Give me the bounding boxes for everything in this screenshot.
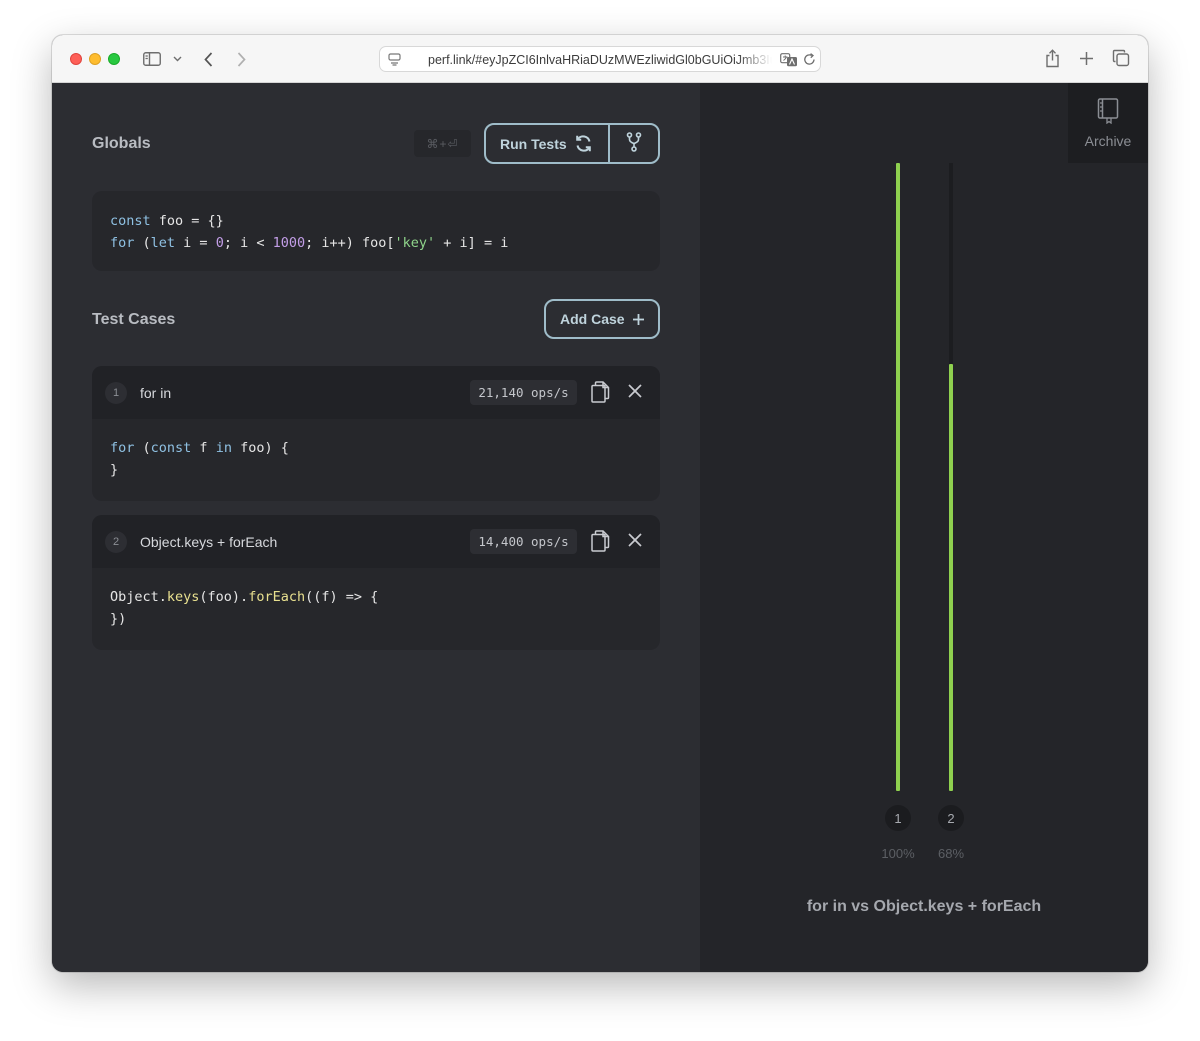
reload-icon[interactable] [802, 52, 816, 67]
test-case-card: 1 for in 21,140 ops/s for (const f in fo… [92, 366, 660, 501]
archive-button[interactable]: Archive [1068, 83, 1148, 163]
run-tests-label: Run Tests [500, 135, 567, 152]
bar-track [949, 163, 953, 791]
test-case-header: 1 for in 21,140 ops/s [92, 366, 660, 419]
bar-label: 2 [938, 805, 964, 831]
close-window-button[interactable] [70, 53, 82, 65]
chevron-down-icon[interactable] [171, 52, 183, 66]
close-icon[interactable] [628, 384, 642, 403]
share-icon[interactable] [1044, 48, 1061, 69]
zoom-window-button[interactable] [108, 53, 120, 65]
bar-label: 1 [885, 805, 911, 831]
ops-per-second: 14,400 ops/s [470, 529, 577, 554]
add-case-button[interactable]: Add Case [544, 299, 660, 339]
code-line: const foo = {} [110, 213, 224, 229]
case-code-line[interactable]: } [110, 462, 118, 478]
translate-icon[interactable] [780, 52, 798, 67]
copy-icon[interactable] [591, 530, 610, 557]
browser-toolbar: perf.link/#eyJpZCI6InlvaHRiaDUzMWEzliwid… [52, 35, 1148, 83]
sidebar-icon[interactable] [142, 50, 162, 68]
globals-code-editor[interactable]: const foo = {} for (let i = 0; i < 1000;… [92, 191, 660, 271]
keyboard-shortcut-hint: ⌘+⏎ [414, 130, 471, 157]
page-settings-icon[interactable] [386, 52, 402, 67]
tab-overview-icon[interactable] [1112, 49, 1130, 67]
forward-icon[interactable] [233, 50, 249, 68]
plus-icon [632, 313, 645, 329]
results-title: for in vs Object.keys + forEach [806, 898, 1042, 915]
test-cases-title: Test Cases [92, 311, 176, 328]
browser-window: perf.link/#eyJpZCI6InlvaHRiaDUzMWEzliwid… [52, 35, 1148, 972]
case-code-line[interactable]: }) [110, 611, 126, 627]
test-case-card: 2 Object.keys + forEach 14,400 ops/s Obj… [92, 515, 660, 650]
add-case-label: Add Case [560, 311, 625, 327]
ops-per-second: 21,140 ops/s [470, 380, 577, 405]
case-code-line[interactable]: Object.keys(foo).forEach((f) => { [110, 589, 378, 605]
bar-percent: 68% [937, 846, 965, 861]
minimize-window-button[interactable] [89, 53, 101, 65]
back-icon[interactable] [200, 50, 216, 68]
address-bar[interactable]: perf.link/#eyJpZCI6InlvaHRiaDUzMWEzliwid… [379, 46, 821, 72]
bar-fill [896, 163, 900, 791]
run-tests-button[interactable]: Run Tests [486, 125, 608, 162]
bar-fill [949, 363, 953, 791]
url-text[interactable]: perf.link/#eyJpZCI6InlvaHRiaDUzMWEzliwid… [428, 53, 772, 69]
copy-icon[interactable] [591, 381, 610, 408]
case-code-line[interactable]: for (const f in foo) { [110, 440, 289, 456]
book-icon [1097, 97, 1119, 127]
globals-title: Globals [92, 135, 151, 152]
results-panel: Archive 1 100% 2 68% for in vs Object.keys … [700, 83, 1148, 972]
case-number: 2 [105, 531, 127, 553]
run-tests-group: Run Tests [484, 123, 660, 164]
case-name[interactable]: for in [140, 385, 171, 401]
new-tab-icon[interactable] [1078, 50, 1095, 67]
case-number: 1 [105, 382, 127, 404]
bar-percent: 100% [881, 846, 915, 861]
bar-track [896, 163, 900, 791]
test-case-header: 2 Object.keys + forEach 14,400 ops/s [92, 515, 660, 568]
close-icon[interactable] [628, 533, 642, 552]
fork-icon [626, 132, 642, 155]
refresh-icon [574, 134, 593, 156]
editor-panel: Globals ⌘+⏎ Run Tests const foo = {} for… [52, 83, 700, 972]
fork-button[interactable] [610, 125, 658, 162]
case-name[interactable]: Object.keys + forEach [140, 534, 277, 550]
archive-label: Archive [1084, 132, 1132, 149]
code-line: for (let i = 0; i < 1000; i++) foo['key'… [110, 235, 509, 251]
